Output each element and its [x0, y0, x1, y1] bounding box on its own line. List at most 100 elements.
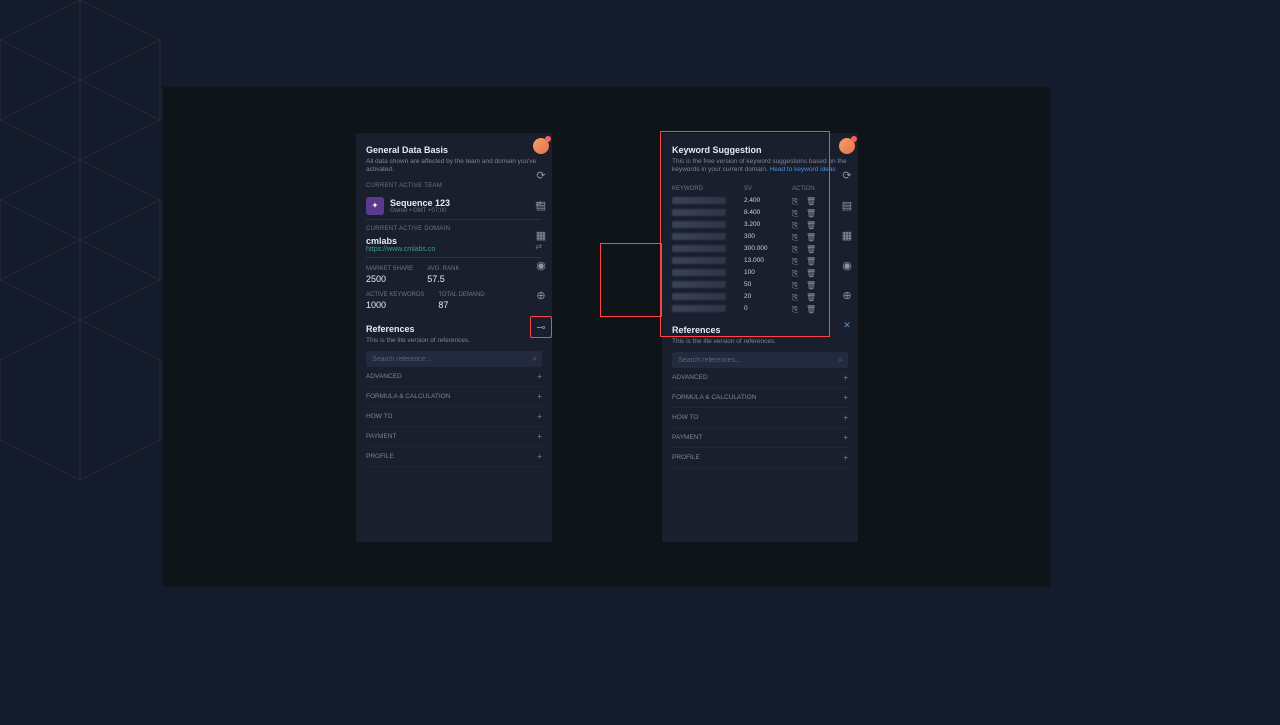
keyword-row: 300.000⎘🗑 [672, 243, 848, 255]
copy-icon[interactable]: ⎘ [792, 269, 800, 277]
delete-icon[interactable]: 🗑 [806, 233, 814, 241]
keyword-row: 0⎘ 🗑 [672, 303, 848, 315]
reference-item[interactable]: PROFILE+ [366, 447, 542, 467]
delete-icon[interactable]: 🗑 [806, 197, 814, 205]
plus-icon: + [537, 392, 542, 401]
keyword-row: 50⎘ 🗑 [672, 279, 848, 291]
globe-icon[interactable]: ⊕ [532, 286, 550, 304]
reference-item[interactable]: FORMULA & CALCULATION+ [366, 387, 542, 407]
delete-icon[interactable]: 🗑 [806, 209, 814, 217]
panel-title: General Data Basis [366, 145, 542, 155]
copy-icon[interactable]: ⎘ [792, 221, 800, 229]
keyword-blurred [672, 233, 726, 240]
key-icon[interactable]: ⊸ [530, 316, 552, 338]
plus-icon: + [843, 373, 848, 382]
total-demand-label: TOTAL DEMAND [438, 292, 484, 298]
keyword-blurred [672, 245, 726, 252]
team-avatar-icon: ✦ [366, 197, 384, 215]
clipboard-icon[interactable]: ▤ [838, 196, 856, 214]
delete-icon[interactable]: 🗑 [806, 269, 814, 277]
reference-item[interactable]: PROFILE+ [672, 448, 848, 468]
reference-search-input[interactable] [678, 357, 842, 364]
references-title: References [672, 325, 848, 335]
delete-icon[interactable]: 🗑 [806, 257, 814, 265]
globe-icon[interactable]: ⊕ [838, 286, 856, 304]
grid-icon[interactable]: ▦ [838, 226, 856, 244]
active-team-row[interactable]: ✦ Sequence 123 Owner • GMT +07:00 ⇄ [366, 193, 542, 220]
team-name: Sequence 123 [390, 198, 450, 208]
camera-icon[interactable]: ◉ [532, 256, 550, 274]
reference-search-input[interactable] [372, 356, 536, 363]
references-subtitle: This is the lite version of references. [672, 338, 848, 346]
copy-icon[interactable]: ⎘ [792, 209, 800, 217]
avg-rank-value: 57.5 [427, 274, 459, 284]
reference-item[interactable]: HOW TO+ [672, 408, 848, 428]
keyword-row: 3.200⎘ 🗑 [672, 219, 848, 231]
sv-value: 50 [744, 281, 792, 288]
keyword-blurred [672, 257, 726, 264]
close-icon[interactable]: ✕ [838, 316, 856, 334]
plus-icon: + [537, 412, 542, 421]
clipboard-icon[interactable]: ▤ [532, 196, 550, 214]
copy-icon[interactable]: ⎘ [792, 281, 800, 289]
sv-value: 0 [744, 305, 792, 312]
sv-value: 13.000 [744, 257, 792, 264]
keyword-row: 20⎘ 🗑 [672, 291, 848, 303]
right-iconbar: ⟳ ▤ ▦ ◉ ⊕ ✕ [836, 138, 858, 334]
refresh-icon[interactable]: ⟳ [838, 166, 856, 184]
camera-icon[interactable]: ◉ [838, 256, 856, 274]
keyword-blurred [672, 269, 726, 276]
delete-icon[interactable]: 🗑 [806, 281, 814, 289]
copy-icon[interactable]: ⎘ [792, 305, 800, 313]
sv-value: 8.400 [744, 209, 792, 216]
search-icon: ⌕ [839, 355, 843, 365]
reference-search[interactable]: ⌕ [366, 351, 542, 367]
avatar-icon[interactable] [533, 138, 549, 154]
references-title: References [366, 324, 542, 334]
delete-icon[interactable]: 🗑 [806, 221, 814, 229]
sv-value: 300 [744, 233, 792, 240]
keyword-blurred [672, 281, 726, 288]
market-share-value: 2500 [366, 274, 413, 284]
copy-icon[interactable]: ⎘ [792, 293, 800, 301]
left-iconbar: ⟳ ▤ ▦ ◉ ⊕ ⊸ [530, 138, 552, 338]
keyword-table: KEYWORD SV ACTION 2.400⎘🗑8.400⎘🗑3.200⎘🗑3… [672, 183, 848, 315]
active-kw-label: ACTIVE KEYWORDS [366, 292, 424, 298]
sv-value: 20 [744, 293, 792, 300]
copy-icon[interactable]: ⎘ [792, 257, 800, 265]
plus-icon: + [843, 433, 848, 442]
keyword-blurred [672, 221, 726, 228]
team-label: CURRENT ACTIVE TEAM [366, 183, 542, 189]
reference-search[interactable]: ⌕ [672, 352, 848, 368]
reference-item[interactable]: PAYMENT+ [366, 427, 542, 447]
general-data-panel: General Data Basis All data shown are af… [356, 133, 552, 542]
sv-value: 3.200 [744, 221, 792, 228]
plus-icon: + [537, 372, 542, 381]
avatar-icon[interactable] [839, 138, 855, 154]
market-share-label: MARKET SHARE [366, 266, 413, 272]
plus-icon: + [843, 453, 848, 462]
keyword-ideas-link[interactable]: Head to keyword ideas [770, 166, 836, 173]
reference-item[interactable]: FORMULA & CALCULATION+ [672, 388, 848, 408]
grid-icon[interactable]: ▦ [532, 226, 550, 244]
domain-label: CURRENT ACTIVE DOMAIN [366, 226, 542, 232]
reference-item[interactable]: HOW TO+ [366, 407, 542, 427]
active-domain-row[interactable]: cmlabs https://www.cmlabs.co ⇄ [366, 236, 542, 258]
total-demand-value: 87 [438, 300, 484, 310]
reference-item[interactable]: PAYMENT+ [672, 428, 848, 448]
keyword-blurred [672, 197, 726, 204]
delete-icon[interactable]: 🗑 [806, 293, 814, 301]
copy-icon[interactable]: ⎘ [792, 245, 800, 253]
keyword-row: 100⎘ 🗑 [672, 267, 848, 279]
avg-rank-label: AVG. RANK [427, 266, 459, 272]
reference-item[interactable]: ADVANCED+ [366, 367, 542, 387]
copy-icon[interactable]: ⎘ [792, 233, 800, 241]
delete-icon[interactable]: 🗑 [806, 305, 814, 313]
delete-icon[interactable]: 🗑 [806, 245, 814, 253]
sv-value: 100 [744, 269, 792, 276]
reference-item[interactable]: ADVANCED+ [672, 368, 848, 388]
keyword-suggestion-panel: Keyword Suggestion This is the free vers… [662, 133, 858, 542]
keyword-row: 2.400⎘🗑 [672, 195, 848, 207]
copy-icon[interactable]: ⎘ [792, 197, 800, 205]
refresh-icon[interactable]: ⟳ [532, 166, 550, 184]
